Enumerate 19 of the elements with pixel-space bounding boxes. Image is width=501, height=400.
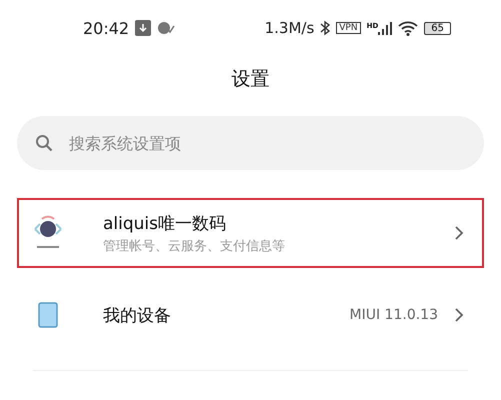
- item-subtitle: 管理帐号、云服务、支付信息等: [103, 238, 286, 254]
- wifi-icon: [398, 20, 418, 36]
- bluetooth-icon: [320, 20, 330, 36]
- page-title: 设置: [230, 67, 270, 92]
- item-value: MIUI 11.0.13: [350, 307, 438, 323]
- battery-indicator: 65: [424, 22, 451, 34]
- search-field[interactable]: 搜索系统设置项: [17, 116, 484, 170]
- app-badge-icon: [157, 21, 176, 35]
- network-speed: 1.3M/s: [264, 19, 314, 37]
- search-icon: [35, 134, 53, 152]
- item-title: aliquis唯一数码: [103, 212, 228, 234]
- chevron-right-icon: [454, 225, 464, 241]
- chevron-right-icon: [454, 307, 464, 323]
- settings-item[interactable]: aliquis唯一数码 管理帐号、云服务、支付信息等: [17, 198, 484, 268]
- settings-item[interactable]: 我的设备 MIUI 11.0.13: [17, 280, 484, 350]
- status-time: 20:42: [83, 18, 130, 38]
- download-icon: [135, 20, 152, 36]
- vpn-badge: VPN: [336, 22, 361, 34]
- item-title: 我的设备: [103, 304, 172, 326]
